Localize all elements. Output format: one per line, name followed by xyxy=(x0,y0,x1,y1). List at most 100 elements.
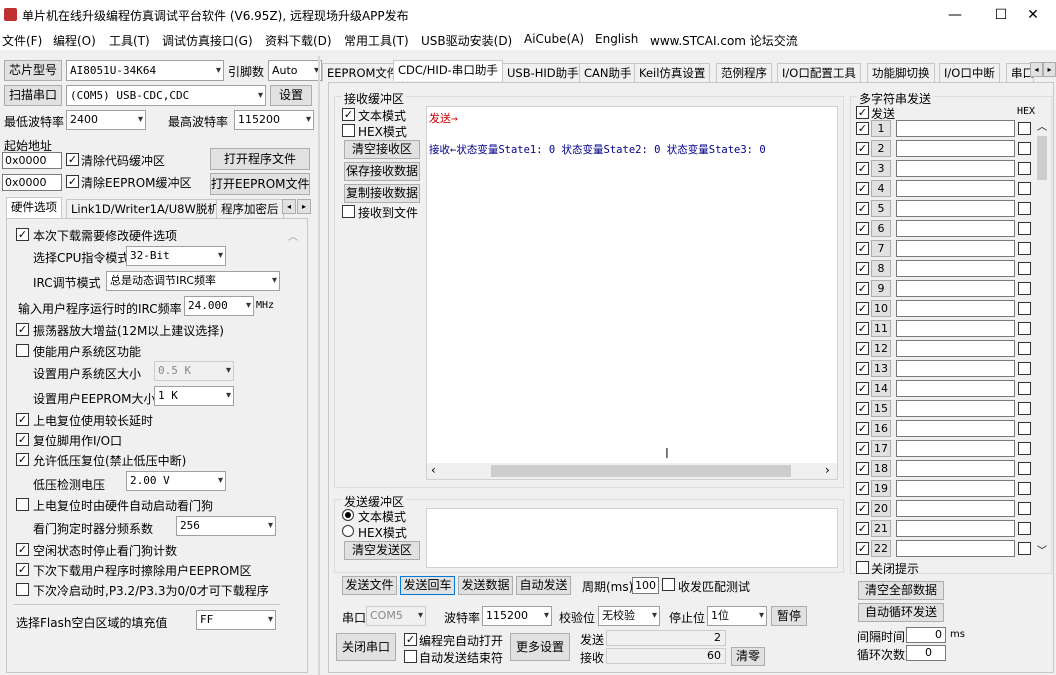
row-string-input[interactable] xyxy=(896,160,1015,177)
row-string-input[interactable] xyxy=(896,300,1015,317)
row-send-checkbox[interactable]: ✓ xyxy=(856,482,869,495)
row-send-button[interactable]: 18 xyxy=(871,460,891,477)
tab-pin-switch[interactable]: 功能脚切换 xyxy=(867,63,935,82)
close-port-button[interactable]: 关闭串口 xyxy=(336,633,396,661)
row-send-button[interactable]: 7 xyxy=(871,240,891,257)
row-string-input[interactable] xyxy=(896,180,1015,197)
row-string-input[interactable] xyxy=(896,360,1015,377)
cpu-mode-select[interactable]: 32-Bit ▾ xyxy=(126,246,226,266)
row-hex-checkbox[interactable] xyxy=(1018,382,1031,395)
modify-hw-checkbox[interactable]: ✓ xyxy=(16,228,29,241)
row-string-input[interactable] xyxy=(896,120,1015,137)
auto-loop-send-button[interactable]: 自动循环发送 xyxy=(858,603,944,622)
row-send-button[interactable]: 3 xyxy=(871,160,891,177)
interval-input[interactable]: 0 xyxy=(906,627,946,643)
menu-aicube[interactable]: AiCube(A) xyxy=(524,32,584,46)
menu-program[interactable]: 编程(O) xyxy=(53,32,96,49)
row-hex-checkbox[interactable] xyxy=(1018,342,1031,355)
user-sys-size-select[interactable]: 0.5 K ▾ xyxy=(154,361,234,381)
auto-end-checkbox[interactable] xyxy=(404,650,417,663)
row-send-checkbox[interactable]: ✓ xyxy=(856,462,869,475)
row-string-input[interactable] xyxy=(896,460,1015,477)
row-send-button[interactable]: 4 xyxy=(871,180,891,197)
clear-eeprom-checkbox[interactable]: ✓ xyxy=(66,175,79,188)
row-send-button[interactable]: 9 xyxy=(871,280,891,297)
clear-send-button[interactable]: 清空发送区 xyxy=(344,541,420,560)
row-send-checkbox[interactable]: ✓ xyxy=(856,322,869,335)
com-port-select[interactable]: (COM5) USB-CDC,CDC ▾ xyxy=(66,85,266,106)
reset-io-checkbox[interactable]: ✓ xyxy=(16,433,29,446)
open-program-file-button[interactable]: 打开程序文件 xyxy=(210,148,310,170)
tab-hardware-options[interactable]: 硬件选项 xyxy=(6,197,62,218)
row-hex-checkbox[interactable] xyxy=(1018,522,1031,535)
row-send-checkbox[interactable]: ✓ xyxy=(856,242,869,255)
menu-tools[interactable]: 工具(T) xyxy=(109,32,150,49)
row-string-input[interactable] xyxy=(896,480,1015,497)
row-send-checkbox[interactable]: ✓ xyxy=(856,262,869,275)
right-tab-scroll-right[interactable]: ▸ xyxy=(1043,62,1056,77)
lvd-select[interactable]: 2.00 V ▾ xyxy=(126,471,226,491)
stop-bits-select[interactable]: 1位 ▾ xyxy=(707,606,767,626)
menu-usb-driver[interactable]: USB驱动安装(D) xyxy=(421,32,512,49)
close-tip-checkbox[interactable] xyxy=(856,561,869,574)
row-hex-checkbox[interactable] xyxy=(1018,502,1031,515)
flash-fill-select[interactable]: FF ▾ xyxy=(196,610,276,630)
row-hex-checkbox[interactable] xyxy=(1018,242,1031,255)
period-input[interactable]: 100 xyxy=(632,577,659,594)
clear-recv-button[interactable]: 清空接收区 xyxy=(344,140,420,159)
send-cr-button[interactable]: 发送回车 xyxy=(400,576,455,595)
tab-usb-hid[interactable]: USB-HID助手 xyxy=(502,63,584,82)
scroll-thumb[interactable] xyxy=(1037,136,1047,180)
cold-boot-checkbox[interactable] xyxy=(16,583,29,596)
row-send-checkbox[interactable]: ✓ xyxy=(856,382,869,395)
row-send-button[interactable]: 6 xyxy=(871,220,891,237)
send-file-button[interactable]: 发送文件 xyxy=(342,576,397,595)
options-scrollbar[interactable]: ︿ xyxy=(286,228,300,668)
right-tab-scroll-left[interactable]: ◂ xyxy=(1030,62,1043,77)
wdt-div-select[interactable]: 256 ▾ xyxy=(176,516,276,536)
row-hex-checkbox[interactable] xyxy=(1018,222,1031,235)
row-hex-checkbox[interactable] xyxy=(1018,422,1031,435)
row-send-button[interactable]: 13 xyxy=(871,360,891,377)
row-send-button[interactable]: 12 xyxy=(871,340,891,357)
menu-common-tools[interactable]: 常用工具(T) xyxy=(344,32,409,49)
row-send-checkbox[interactable]: ✓ xyxy=(856,522,869,535)
wdt-checkbox[interactable] xyxy=(16,498,29,511)
row-string-input[interactable] xyxy=(896,400,1015,417)
row-string-input[interactable] xyxy=(896,220,1015,237)
row-send-checkbox[interactable]: ✓ xyxy=(856,422,869,435)
row-send-checkbox[interactable]: ✓ xyxy=(856,362,869,375)
recv-hscrollbar[interactable]: ‹ › xyxy=(427,463,837,479)
loop-count-input[interactable]: 0 xyxy=(906,645,946,661)
osc-gain-checkbox[interactable]: ✓ xyxy=(16,323,29,336)
irc-mode-select[interactable]: 总是动态调节IRC频率 ▾ xyxy=(106,271,280,291)
auto-send-button[interactable]: 自动发送 xyxy=(516,576,571,595)
row-send-checkbox[interactable]: ✓ xyxy=(856,202,869,215)
port-settings-button[interactable]: 设置 xyxy=(270,85,312,106)
chip-model-button[interactable]: 芯片型号 xyxy=(4,60,62,81)
row-string-input[interactable] xyxy=(896,280,1015,297)
menu-debug[interactable]: 调试仿真接口(G) xyxy=(162,32,253,49)
row-hex-checkbox[interactable] xyxy=(1018,202,1031,215)
row-send-checkbox[interactable]: ✓ xyxy=(856,542,869,555)
arrow-left-icon[interactable]: ‹ xyxy=(431,463,436,477)
menu-english[interactable]: English xyxy=(595,32,638,46)
row-string-input[interactable] xyxy=(896,140,1015,157)
row-send-button[interactable]: 8 xyxy=(871,260,891,277)
eeprom-size-select[interactable]: 1 K ▾ xyxy=(154,386,234,406)
row-string-input[interactable] xyxy=(896,200,1015,217)
row-send-checkbox[interactable]: ✓ xyxy=(856,342,869,355)
more-settings-button[interactable]: 更多设置 xyxy=(510,633,570,661)
row-send-checkbox[interactable]: ✓ xyxy=(856,142,869,155)
row-send-button[interactable]: 15 xyxy=(871,400,891,417)
row-send-button[interactable]: 14 xyxy=(871,380,891,397)
row-hex-checkbox[interactable] xyxy=(1018,182,1031,195)
row-hex-checkbox[interactable] xyxy=(1018,302,1031,315)
row-send-checkbox[interactable]: ✓ xyxy=(856,162,869,175)
row-send-checkbox[interactable]: ✓ xyxy=(856,282,869,295)
arrow-right-icon[interactable]: › xyxy=(825,463,830,477)
scan-port-button[interactable]: 扫描串口 xyxy=(4,85,62,106)
close-button[interactable]: ✕ xyxy=(1010,0,1056,30)
tab-examples[interactable]: 范例程序 xyxy=(716,63,772,82)
row-hex-checkbox[interactable] xyxy=(1018,142,1031,155)
